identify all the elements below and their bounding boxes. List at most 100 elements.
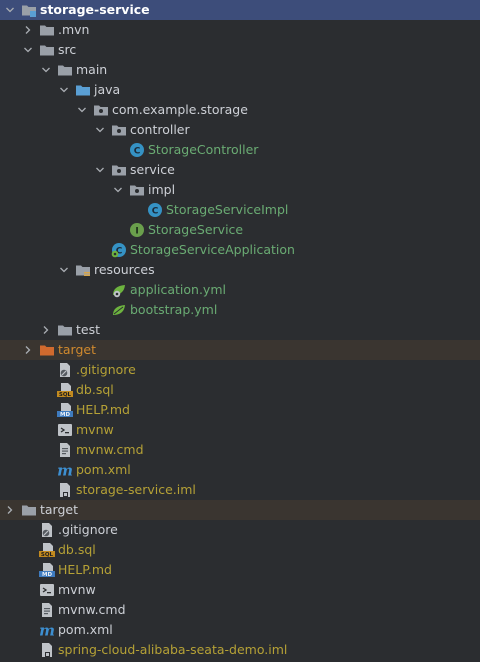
tree-row[interactable]: com.example.storage: [0, 100, 480, 120]
tree-row[interactable]: service: [0, 160, 480, 180]
tree-row[interactable]: java: [0, 80, 480, 100]
tree-row[interactable]: storage-service: [0, 0, 480, 20]
svg-text:I: I: [135, 227, 138, 237]
tree-row[interactable]: bootstrap.yml: [0, 300, 480, 320]
chevron-down-icon[interactable]: [93, 120, 107, 140]
tree-row[interactable]: mvnw: [0, 420, 480, 440]
tree-row-label: impl: [148, 182, 176, 197]
sql-file-icon: SQL: [39, 542, 55, 558]
tree-row[interactable]: .mvn: [0, 20, 480, 40]
tree-row[interactable]: SQL db.sql: [0, 380, 480, 400]
package-icon: [93, 102, 109, 118]
spring-leaf-icon: [111, 302, 127, 318]
tree-row-label: mvnw: [76, 422, 114, 437]
tree-row[interactable]: controller: [0, 120, 480, 140]
tree-row[interactable]: resources: [0, 260, 480, 280]
spring-yml-icon: [111, 282, 127, 298]
script-file-icon: [57, 422, 73, 438]
tree-row[interactable]: m pom.xml: [0, 460, 480, 480]
project-tree: storage-service .mvn src main java com.exampl…: [0, 0, 480, 662]
tree-row[interactable]: mvnw.cmd: [0, 440, 480, 460]
class-icon: C: [147, 202, 163, 218]
svg-text:MD: MD: [60, 412, 70, 418]
tree-row[interactable]: mvnw: [0, 580, 480, 600]
svg-text:SQL: SQL: [41, 552, 54, 558]
tree-row[interactable]: .gitignore: [0, 520, 480, 540]
markdown-file-icon: MD: [39, 562, 55, 578]
chevron-down-icon[interactable]: [21, 40, 35, 60]
tree-row-label: HELP.md: [76, 402, 130, 417]
tree-row[interactable]: target: [0, 340, 480, 360]
chevron-down-icon[interactable]: [57, 80, 71, 100]
tree-row-label: resources: [94, 262, 155, 277]
tree-row-label: target: [40, 502, 79, 517]
tree-row[interactable]: m pom.xml: [0, 620, 480, 640]
tree-row[interactable]: .gitignore: [0, 360, 480, 380]
tree-row-label: pom.xml: [58, 622, 113, 637]
chevron-right-icon[interactable]: [21, 20, 35, 40]
tree-row-label: StorageServiceImpl: [166, 202, 289, 217]
tree-row[interactable]: src: [0, 40, 480, 60]
tree-row[interactable]: C StorageServiceImpl: [0, 200, 480, 220]
text-file-icon: [57, 442, 73, 458]
tree-row[interactable]: test: [0, 320, 480, 340]
tree-row[interactable]: C StorageController: [0, 140, 480, 160]
tree-row[interactable]: MD HELP.md: [0, 560, 480, 580]
tree-row-label: target: [58, 342, 97, 357]
tree-row-label: StorageServiceApplication: [130, 242, 295, 257]
chevron-down-icon[interactable]: [93, 160, 107, 180]
chevron-down-icon[interactable]: [111, 180, 125, 200]
chevron-right-icon[interactable]: [39, 320, 53, 340]
tree-row[interactable]: MD HELP.md: [0, 400, 480, 420]
markdown-file-icon: MD: [57, 402, 73, 418]
tree-row[interactable]: target: [0, 500, 480, 520]
tree-row[interactable]: I StorageService: [0, 220, 480, 240]
tree-row-label: .mvn: [58, 22, 90, 37]
chevron-down-icon[interactable]: [39, 60, 53, 80]
tree-row-label: mvnw.cmd: [58, 602, 126, 617]
class-icon: C: [129, 142, 145, 158]
sql-file-icon: SQL: [57, 382, 73, 398]
package-icon: [111, 162, 127, 178]
svg-text:m: m: [39, 622, 55, 638]
svg-text:m: m: [57, 462, 73, 478]
svg-text:MD: MD: [42, 572, 52, 578]
tree-row-label: bootstrap.yml: [130, 302, 218, 317]
chevron-down-icon[interactable]: [57, 260, 71, 280]
tree-row[interactable]: C StorageServiceApplication: [0, 240, 480, 260]
tree-row-label: application.yml: [130, 282, 226, 297]
tree-row[interactable]: storage-service.iml: [0, 480, 480, 500]
tree-row[interactable]: mvnw.cmd: [0, 600, 480, 620]
chevron-down-icon[interactable]: [75, 100, 89, 120]
package-icon: [111, 122, 127, 138]
svg-text:C: C: [134, 147, 141, 157]
tree-row-label: db.sql: [76, 382, 114, 397]
chevron-right-icon[interactable]: [3, 500, 17, 520]
tree-row-label: service: [130, 162, 175, 177]
tree-row[interactable]: impl: [0, 180, 480, 200]
tree-row-label: .gitignore: [58, 522, 118, 537]
tree-row[interactable]: spring-cloud-alibaba-seata-demo.iml: [0, 640, 480, 660]
chevron-right-icon[interactable]: [21, 340, 35, 360]
tree-row[interactable]: SQL db.sql: [0, 540, 480, 560]
tree-row[interactable]: application.yml: [0, 280, 480, 300]
folder-icon: [57, 322, 73, 338]
interface-icon: I: [129, 222, 145, 238]
folder-icon: [57, 62, 73, 78]
gitignore-icon: [57, 362, 73, 378]
tree-row-label: com.example.storage: [112, 102, 248, 117]
chevron-down-icon[interactable]: [3, 0, 17, 20]
spring-boot-class-icon: C: [111, 242, 127, 258]
iml-file-icon: [57, 482, 73, 498]
tree-row[interactable]: main: [0, 60, 480, 80]
